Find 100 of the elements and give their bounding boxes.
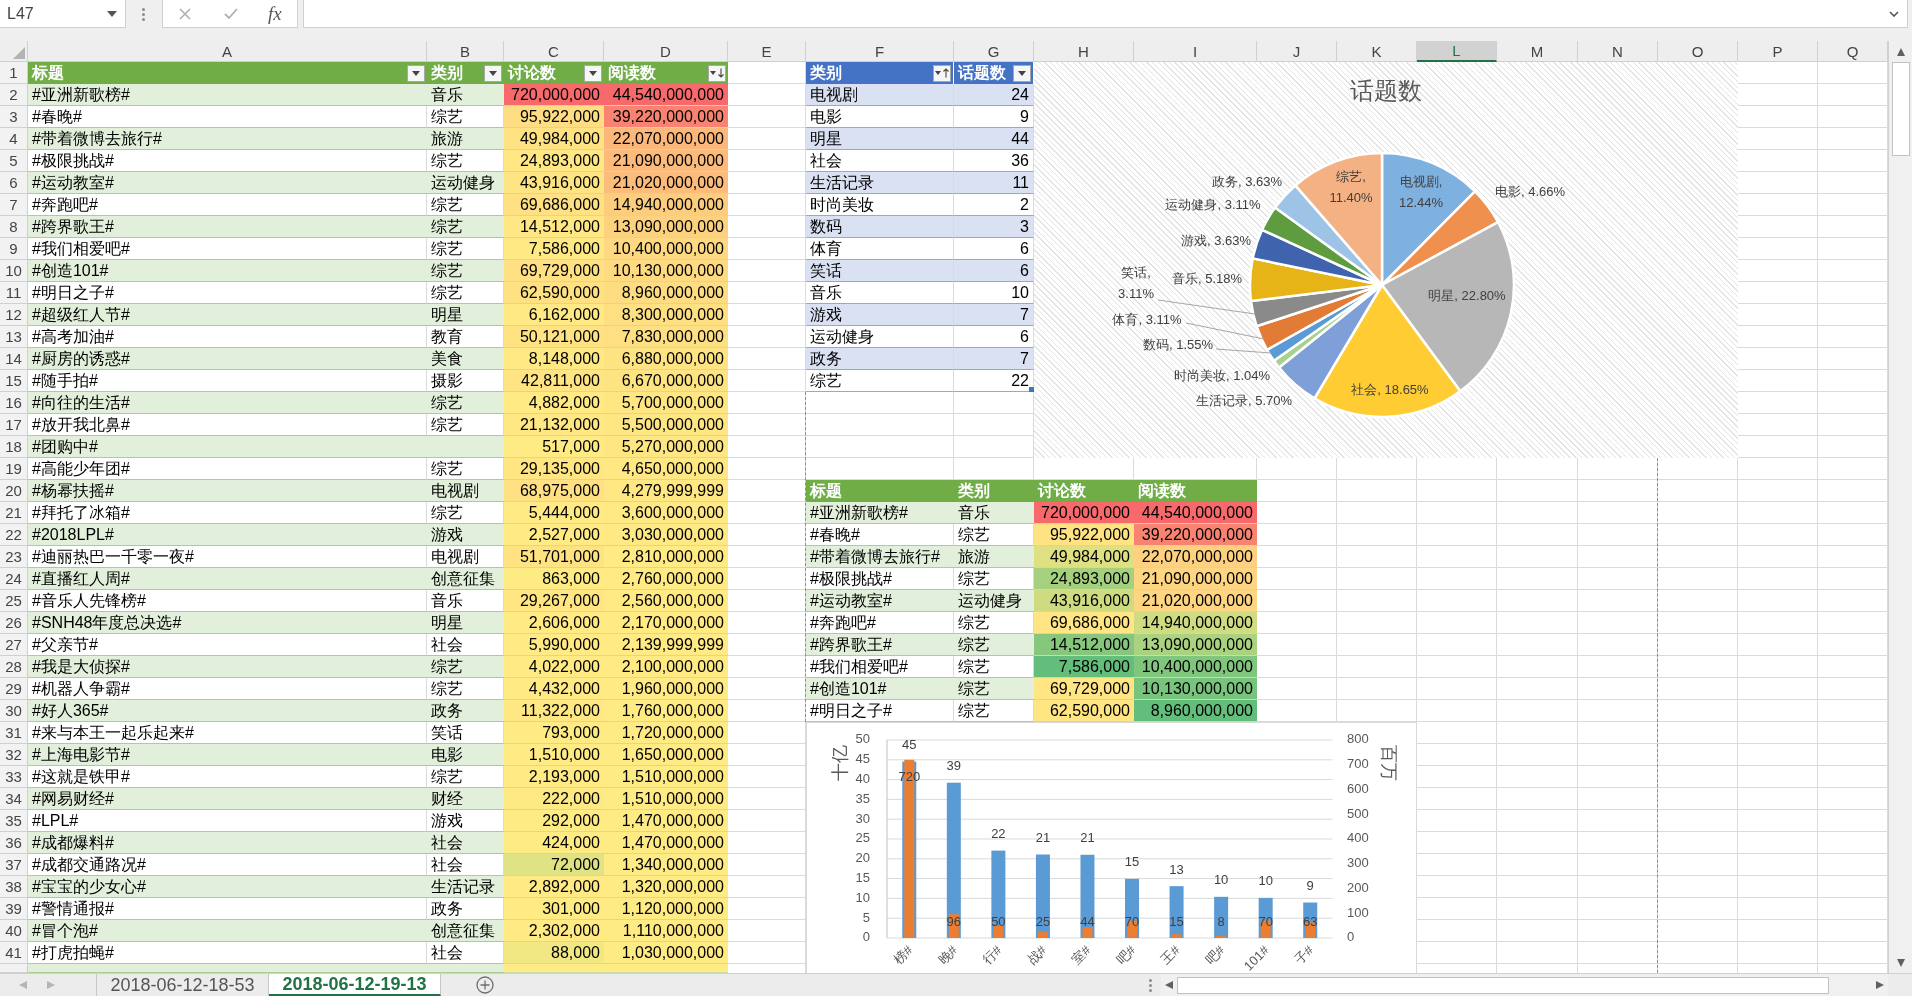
row-header[interactable]: 38 [0, 876, 28, 898]
column-header[interactable]: J [1257, 41, 1337, 62]
row-header[interactable]: 37 [0, 854, 28, 876]
row-header[interactable]: 20 [0, 480, 28, 502]
row-header[interactable]: 33 [0, 766, 28, 788]
filter-button[interactable] [708, 64, 726, 82]
column-header[interactable]: N [1578, 41, 1658, 62]
row-header[interactable]: 29 [0, 678, 28, 700]
row-header[interactable]: 11 [0, 282, 28, 304]
table-cell: 1,510,000,000 [604, 788, 728, 810]
caret-icon[interactable] [107, 10, 117, 17]
row-header[interactable]: 27 [0, 634, 28, 656]
row-header[interactable]: 24 [0, 568, 28, 590]
filter-button[interactable] [584, 64, 602, 82]
row-header[interactable]: 15 [0, 370, 28, 392]
sheet-tab[interactable]: 2018-06-12-19-13 [269, 974, 441, 996]
row-header[interactable]: 6 [0, 172, 28, 194]
row-header[interactable]: 14 [0, 348, 28, 370]
scrollbar-thumb[interactable] [1891, 62, 1910, 156]
column-header[interactable]: P [1738, 41, 1818, 62]
scrollbar-thumb[interactable] [1177, 976, 1829, 994]
table-cell: #直播红人周# [28, 568, 427, 590]
plus-icon[interactable] [476, 976, 494, 994]
table-cell: #明日之子# [806, 700, 954, 722]
caret-left-icon[interactable] [1165, 981, 1173, 989]
row-header[interactable]: 26 [0, 612, 28, 634]
data-label: 时尚美妆, 1.04% [1173, 366, 1271, 385]
row-header[interactable]: 23 [0, 546, 28, 568]
row-header[interactable]: 21 [0, 502, 28, 524]
column-header[interactable]: L [1417, 41, 1497, 62]
table-cell: 明星 [427, 612, 504, 634]
caret-icon[interactable] [1889, 10, 1899, 17]
row-header[interactable]: 36 [0, 832, 28, 854]
table-cell: 综艺 [954, 524, 1034, 546]
row-header[interactable]: 8 [0, 216, 28, 238]
function-button[interactable]: fx [268, 4, 282, 23]
caret-right-icon[interactable] [1875, 981, 1884, 989]
row-header[interactable]: 34 [0, 788, 28, 810]
row-header[interactable]: 9 [0, 238, 28, 260]
row-header[interactable]: 41 [0, 942, 28, 964]
filter-button[interactable] [1013, 64, 1031, 82]
check-icon[interactable] [224, 8, 238, 19]
row-header[interactable]: 31 [0, 722, 28, 744]
row-header[interactable]: 28 [0, 656, 28, 678]
row-header[interactable]: 3 [0, 106, 28, 128]
column-header[interactable]: O [1658, 41, 1738, 62]
table-cell: 笑话 [427, 722, 504, 744]
header-label: 阅读数 [608, 65, 656, 81]
caret-up-icon[interactable] [1896, 47, 1905, 56]
caret-down-icon[interactable] [1896, 959, 1905, 967]
dots-icon[interactable] [1149, 978, 1152, 992]
table-cell: #带着微博去旅行# [806, 546, 954, 568]
filter-button[interactable] [407, 64, 425, 82]
row-header[interactable]: 32 [0, 744, 28, 766]
table-cell: 13,090,000,000 [604, 216, 728, 238]
row-header[interactable]: 4 [0, 128, 28, 150]
row-header[interactable]: 35 [0, 810, 28, 832]
row-header[interactable]: 16 [0, 392, 28, 414]
row-header[interactable]: 22 [0, 524, 28, 546]
row-header[interactable]: 19 [0, 458, 28, 480]
column-header[interactable]: M [1497, 41, 1578, 62]
column-header[interactable]: B [427, 41, 504, 62]
column-header[interactable]: Q [1818, 41, 1888, 62]
row-header[interactable]: 40 [0, 920, 28, 942]
column-header[interactable]: C [504, 41, 604, 62]
row-header[interactable]: 12 [0, 304, 28, 326]
resize-handle-icon[interactable] [1029, 387, 1034, 392]
column-header[interactable]: E [728, 41, 806, 62]
axis-label: 500 [1347, 805, 1369, 821]
row-header[interactable]: 10 [0, 260, 28, 282]
row-header[interactable]: 17 [0, 414, 28, 436]
column-header[interactable]: A [28, 41, 427, 62]
table-cell: 69,686,000 [1034, 612, 1134, 634]
formula-field[interactable] [303, 0, 1908, 28]
table-cell: 运动健身 [954, 590, 1034, 612]
row-header[interactable]: 18 [0, 436, 28, 458]
table-cell: #成都交通路况# [28, 854, 427, 876]
table-cell: 29,267,000 [504, 590, 604, 612]
row-header[interactable]: 30 [0, 700, 28, 722]
table-cell: #春晚# [28, 106, 427, 128]
table-cell: 1,120,000,000 [604, 898, 728, 920]
name-box[interactable]: L47 [0, 0, 126, 28]
column-header[interactable]: F [806, 41, 954, 62]
column-header[interactable]: K [1337, 41, 1417, 62]
dots-icon[interactable] [142, 7, 145, 21]
row-header[interactable]: 7 [0, 194, 28, 216]
table-cell: #创造101# [28, 260, 427, 282]
data-label: 21 [1080, 830, 1095, 846]
column-header[interactable]: H [1034, 41, 1134, 62]
row-header[interactable]: 13 [0, 326, 28, 348]
column-header[interactable]: I [1134, 41, 1257, 62]
row-header[interactable]: 2 [0, 84, 28, 106]
row-header[interactable]: 25 [0, 590, 28, 612]
row-header[interactable]: 1 [0, 62, 28, 84]
column-header[interactable]: D [604, 41, 728, 62]
filter-button[interactable] [933, 64, 951, 82]
row-header[interactable]: 39 [0, 898, 28, 920]
column-header[interactable]: G [954, 41, 1034, 62]
filter-button[interactable] [484, 64, 502, 82]
row-header[interactable]: 5 [0, 150, 28, 172]
